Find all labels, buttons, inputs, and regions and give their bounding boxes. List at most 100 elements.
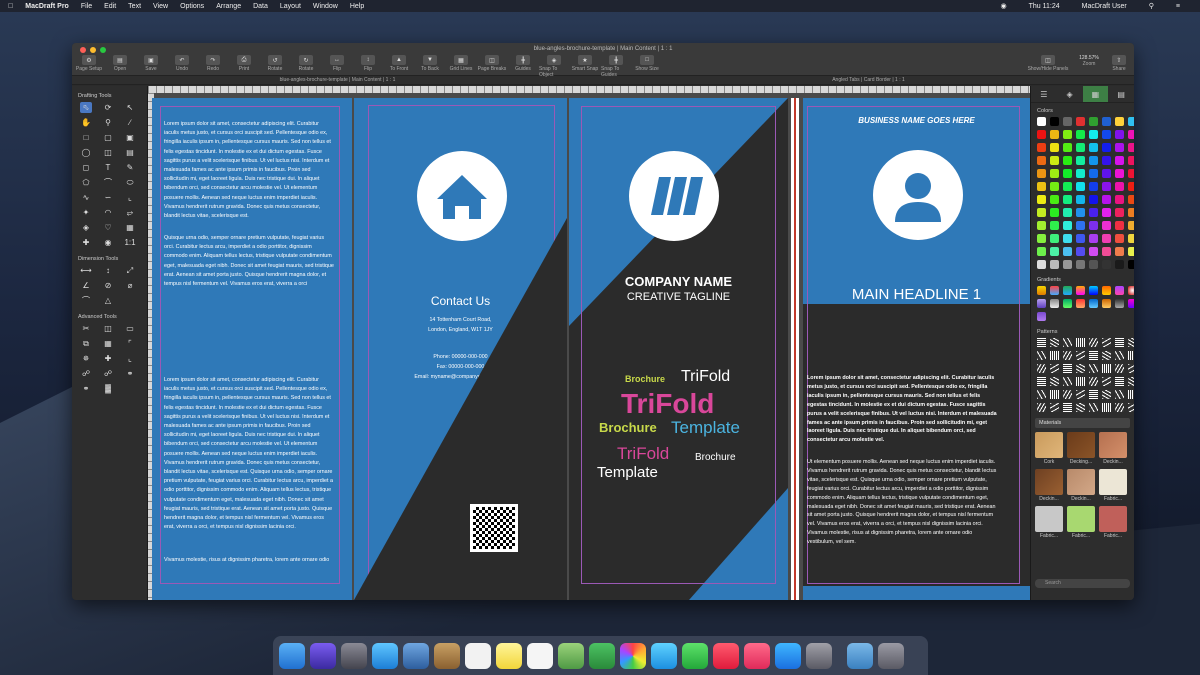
launchpad-icon[interactable] — [341, 642, 367, 669]
fill-icon[interactable]: ◉ — [102, 237, 114, 248]
arrow-select-icon[interactable]: ⬁ — [80, 102, 92, 113]
corner-icon[interactable]: ⌞ — [124, 353, 136, 364]
macdraft-icon[interactable] — [589, 642, 615, 669]
grid-lines-button[interactable]: ▦ Grid Lines — [446, 55, 476, 78]
material-item[interactable]: Fabric... — [1035, 506, 1063, 539]
word-cloud-brochure-1[interactable]: Brochure — [625, 374, 665, 384]
photos-icon[interactable] — [620, 642, 646, 669]
to-back-button[interactable]: ▼ To Back — [415, 55, 445, 78]
material-item[interactable]: Deckin... — [1067, 469, 1095, 502]
slope-dimension-icon[interactable]: ⤢ — [124, 265, 136, 276]
word-cloud-template-1[interactable]: Template — [671, 418, 740, 438]
chain-icon[interactable]: ⚭ — [80, 383, 92, 394]
area-dimension-icon[interactable]: △ — [102, 295, 114, 306]
print-button[interactable]: ⎙ Print — [229, 55, 259, 78]
contacts-icon[interactable] — [434, 642, 460, 669]
combine-icon[interactable]: ◫ — [102, 323, 114, 334]
fillet-icon[interactable]: ⌜ — [124, 338, 136, 349]
material-item[interactable]: Deckin... — [1035, 469, 1063, 502]
user-menu[interactable]: MacDraft User — [1082, 3, 1127, 10]
creative-tagline[interactable]: CREATIVE TAGLINE — [569, 291, 788, 303]
v-dimension-icon[interactable]: ↕ — [102, 265, 114, 276]
link-icon[interactable]: ⚭ — [124, 368, 136, 379]
spline-icon[interactable]: ⌞ — [124, 192, 136, 203]
word-cloud-trifold-3[interactable]: TriFold — [617, 444, 669, 464]
materials-select[interactable]: Materials — [1035, 418, 1130, 428]
wifi-icon[interactable]: ◉ — [1001, 2, 1007, 10]
menu-help[interactable]: Help — [350, 3, 364, 10]
body-text-2[interactable]: Quisque urna odio, semper ornare pretium… — [164, 234, 334, 289]
page-breaks-button[interactable]: ◫ Page Breaks — [477, 55, 507, 78]
app-menu[interactable]: MacDraft Pro — [25, 3, 69, 10]
smart-snap-button[interactable]: ★ Smart Snap — [570, 55, 600, 78]
pointer-icon[interactable]: ↖ — [124, 102, 136, 113]
to-front-button[interactable]: ▲ To Front — [384, 55, 414, 78]
line-tool-icon[interactable]: ∕ — [124, 117, 136, 128]
apple-icon[interactable]:  — [8, 3, 13, 10]
redo-button[interactable]: ↷ Redo — [198, 55, 228, 78]
rotate-left-button[interactable]: ↺ Rotate — [260, 55, 290, 78]
person-circle[interactable] — [873, 150, 963, 240]
mail-icon[interactable] — [403, 642, 429, 669]
guides-button[interactable]: ╋ Guides — [508, 55, 538, 78]
control-center-icon[interactable]: ≡ — [1176, 3, 1180, 10]
tab-properties[interactable]: ☰ — [1031, 86, 1057, 102]
zoom-tool-icon[interactable]: ⚲ — [102, 117, 114, 128]
menu-options[interactable]: Options — [180, 3, 204, 10]
duplicate-icon[interactable]: ⧉ — [80, 338, 92, 349]
gradient-swatches[interactable] — [1037, 286, 1134, 321]
ellipse-tool-icon[interactable]: ⬭ — [124, 177, 136, 188]
downloads-folder-icon[interactable] — [847, 642, 873, 669]
zoom-control[interactable]: 128.57% Zoom — [1074, 55, 1104, 72]
material-item[interactable]: Fabric... — [1067, 506, 1095, 539]
scale-icon[interactable]: 1:1 — [124, 237, 136, 248]
tab-library[interactable]: ▤ — [1108, 86, 1134, 102]
text-box-icon[interactable]: ▣ — [124, 132, 136, 143]
app-store-icon[interactable] — [775, 642, 801, 669]
polygon-tool-icon[interactable]: ⬠ — [80, 177, 92, 188]
menu-view[interactable]: View — [153, 3, 168, 10]
frame-icon[interactable]: ◻ — [80, 162, 92, 173]
trash-icon[interactable] — [878, 642, 904, 669]
search-icon[interactable]: ⚲ — [1149, 2, 1154, 10]
snap-to-guides-button[interactable]: ╋ Snap To Guides — [601, 55, 631, 78]
arc-tool-icon[interactable]: ⌒ — [102, 177, 114, 188]
rectangle-tool-icon[interactable]: □ — [80, 132, 92, 143]
star-tool-icon[interactable]: ✦ — [80, 207, 92, 218]
attach-icon[interactable]: ☍ — [80, 368, 92, 379]
flip-horizontal-button[interactable]: ↔ Flip — [322, 55, 352, 78]
material-item[interactable]: Fabric... — [1099, 506, 1127, 539]
array-icon[interactable]: ▦ — [102, 338, 114, 349]
menu-arrange[interactable]: Arrange — [216, 3, 241, 10]
search-input[interactable]: Search — [1035, 579, 1130, 588]
cross-icon[interactable]: ✚ — [102, 353, 114, 364]
arc-dimension-icon[interactable]: ⌒ — [80, 295, 92, 306]
body-text-1[interactable]: Lorem ipsum dolor sit amet, consectetur … — [164, 120, 334, 221]
connect-icon[interactable]: ☍ — [102, 368, 114, 379]
save-button[interactable]: ▣ Save — [136, 55, 166, 78]
arc3-icon[interactable]: ◠ — [102, 207, 114, 218]
siri-icon[interactable] — [310, 642, 336, 669]
brochure-panel-cover[interactable]: COMPANY NAME CREATIVE TAGLINE Brochure T… — [569, 98, 788, 600]
radius-dimension-icon[interactable]: ⊘ — [102, 280, 114, 291]
system-preferences-icon[interactable] — [806, 642, 832, 669]
music-icon[interactable] — [744, 642, 770, 669]
symbol-icon[interactable]: ◈ — [80, 222, 92, 233]
show-size-button[interactable]: □ Show Size — [632, 55, 662, 78]
menu-edit[interactable]: Edit — [104, 3, 116, 10]
facetime-icon[interactable] — [682, 642, 708, 669]
undo-button[interactable]: ↶ Undo — [167, 55, 197, 78]
material-swatches[interactable]: Cork Decking... Deckin... Deckin... Deck… — [1035, 432, 1134, 539]
callout-icon[interactable]: ✎ — [124, 162, 136, 173]
material-item[interactable]: Fabric... — [1099, 469, 1127, 502]
tab-angled-tabs[interactable]: Angled Tabs | Card Border | 1 : 1 — [603, 76, 1134, 84]
headline-body-text[interactable]: Ut elementum posuere mollis. Aenean sed … — [807, 458, 999, 547]
drawing-canvas[interactable]: Lorem ipsum dolor sit amet, consectetur … — [148, 86, 1030, 600]
news-icon[interactable] — [713, 642, 739, 669]
menu-text[interactable]: Text — [128, 3, 141, 10]
material-item[interactable]: Cork — [1035, 432, 1063, 465]
body-text-3[interactable]: Lorem ipsum dolor sit amet, consectetur … — [164, 376, 334, 532]
lasso-icon[interactable]: ⟳ — [102, 102, 114, 113]
notes-icon[interactable] — [496, 642, 522, 669]
open-button[interactable]: ▤ Open — [105, 55, 135, 78]
